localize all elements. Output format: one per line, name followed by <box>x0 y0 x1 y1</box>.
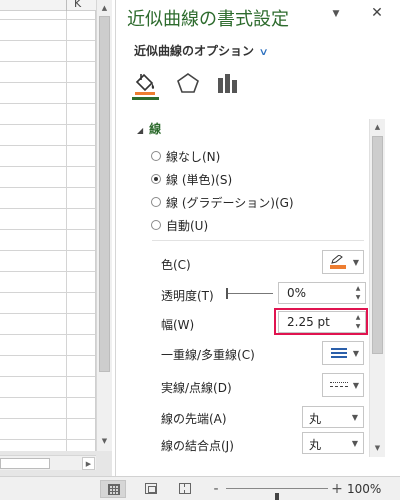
bar-chart-icon <box>218 74 237 93</box>
scroll-up-arrow-icon[interactable]: ▲ <box>370 119 385 135</box>
pane-scroll-thumb[interactable] <box>372 136 383 354</box>
tab-effects[interactable] <box>174 70 202 96</box>
color-swatch <box>330 265 346 269</box>
dash-type-label: 実線/点線(D) <box>161 381 232 395</box>
radio-circle[interactable] <box>151 150 161 161</box>
tab-fill-line[interactable] <box>131 70 159 96</box>
radio-label: 線 (単色)(S) <box>166 173 233 187</box>
scroll-down-arrow-icon[interactable]: ▼ <box>370 440 385 456</box>
radio-solid-line[interactable]: 線 (単色)(S) <box>151 171 232 189</box>
paint-bucket-icon <box>135 73 155 95</box>
color-picker-button[interactable]: ▼ <box>322 250 364 274</box>
page-break-preview-button[interactable] <box>174 480 196 498</box>
chevron-down-icon: ▼ <box>352 258 359 267</box>
dash-line-icon <box>330 382 348 383</box>
spin-up-icon[interactable]: ▲ <box>353 284 363 293</box>
column-header-row: K <box>0 0 96 11</box>
trendline-options-dropdown[interactable]: 近似曲線のオプション ∨ <box>134 42 269 59</box>
section-line-title: 線 <box>149 122 162 136</box>
width-label: 幅(W) <box>161 318 195 332</box>
scroll-right-arrow-icon[interactable]: ▶ <box>82 457 95 470</box>
sheet-vertical-scrollbar[interactable]: ▲ ▼ <box>96 0 112 451</box>
transparency-label: 透明度(T) <box>161 289 214 303</box>
spin-down-icon[interactable]: ▼ <box>353 293 363 302</box>
radio-circle[interactable] <box>151 219 161 230</box>
worksheet-area: K ▲ ▼ ▶ <box>0 0 112 476</box>
cap-type-label: 線の先端(A) <box>161 412 227 426</box>
column-header-k[interactable]: K <box>74 0 81 10</box>
radio-automatic[interactable]: 自動(U) <box>151 217 208 235</box>
chevron-down-icon: ▼ <box>351 439 358 448</box>
radio-gradient-line[interactable]: 線 (グラデーション)(G) <box>151 194 294 212</box>
divider <box>152 240 364 241</box>
page-break-icon <box>179 483 191 494</box>
radio-circle[interactable] <box>151 196 161 207</box>
join-type-value: 丸 <box>309 438 322 452</box>
zoom-in-button[interactable]: + <box>330 479 344 499</box>
pentagon-icon <box>177 73 199 93</box>
scroll-up-arrow-icon[interactable]: ▲ <box>97 0 112 16</box>
format-trendline-pane: 近似曲線の書式設定 ▼ ✕ 近似曲線のオプション ∨ ◢ 線 線なし(N) 線 ( <box>115 0 400 476</box>
pane-vertical-scrollbar[interactable]: ▲ ▼ <box>369 119 385 457</box>
color-label: 色(C) <box>161 258 191 272</box>
join-type-select[interactable]: 丸 ▼ <box>302 432 364 454</box>
page-layout-view-button[interactable] <box>140 480 162 498</box>
triangle-down-icon[interactable]: ▼ <box>329 7 343 21</box>
chevron-down-icon: ∨ <box>258 47 269 58</box>
join-type-label: 線の結合点(J) <box>161 439 234 453</box>
sheet-horizontal-scroll-thumb[interactable] <box>0 458 50 469</box>
grid-view-icon <box>108 484 120 495</box>
width-highlight-box <box>274 308 368 335</box>
zoom-slider-thumb[interactable] <box>275 493 279 500</box>
cap-type-select[interactable]: 丸 ▼ <box>302 406 364 428</box>
compound-type-picker[interactable]: ▼ <box>322 341 364 365</box>
normal-view-button[interactable] <box>100 480 126 498</box>
chevron-down-icon: ▼ <box>352 349 359 358</box>
transparency-value[interactable]: 0% <box>287 286 306 300</box>
active-tab-indicator <box>132 97 159 100</box>
dash-line-icon <box>330 386 348 387</box>
tab-series-options[interactable] <box>214 70 242 96</box>
sheet-horizontal-scrollbar[interactable]: ▶ <box>0 455 96 470</box>
section-line-header[interactable]: ◢ 線 <box>137 120 161 137</box>
cap-type-value: 丸 <box>309 412 322 426</box>
radio-label: 線 (グラデーション)(G) <box>166 196 294 210</box>
column-divider[interactable] <box>66 0 67 11</box>
pane-title: 近似曲線の書式設定 <box>127 9 289 30</box>
scroll-down-arrow-icon[interactable]: ▼ <box>97 433 112 449</box>
radio-circle[interactable] <box>151 173 161 184</box>
radio-label: 自動(U) <box>166 219 209 233</box>
triangle-collapse-icon: ◢ <box>137 126 144 135</box>
zoom-out-button[interactable]: - <box>209 479 223 499</box>
status-bar: - + 100% <box>0 476 400 500</box>
compound-lines-icon <box>331 348 347 358</box>
cell-grid[interactable]: K <box>0 0 96 451</box>
dash-type-picker[interactable]: ▼ <box>322 373 364 397</box>
radio-label: 線なし(N) <box>166 150 221 164</box>
options-dropdown-label: 近似曲線のオプション <box>134 44 255 58</box>
sheet-vertical-scroll-thumb[interactable] <box>99 16 110 372</box>
chevron-down-icon: ▼ <box>351 413 358 422</box>
close-icon[interactable]: ✕ <box>369 5 385 21</box>
zoom-slider-track[interactable] <box>226 488 328 500</box>
compound-type-label: 一重線/多重線(C) <box>161 348 255 362</box>
zoom-level[interactable]: 100% <box>347 482 381 496</box>
pen-icon <box>331 255 343 264</box>
page-layout-icon <box>145 483 157 494</box>
radio-no-line[interactable]: 線なし(N) <box>151 148 220 166</box>
transparency-slider-thumb[interactable] <box>226 288 228 299</box>
transparency-spinner[interactable]: 0% ▲ ▼ <box>278 282 366 304</box>
transparency-slider-track[interactable] <box>226 293 273 294</box>
chevron-down-icon: ▼ <box>352 381 359 390</box>
